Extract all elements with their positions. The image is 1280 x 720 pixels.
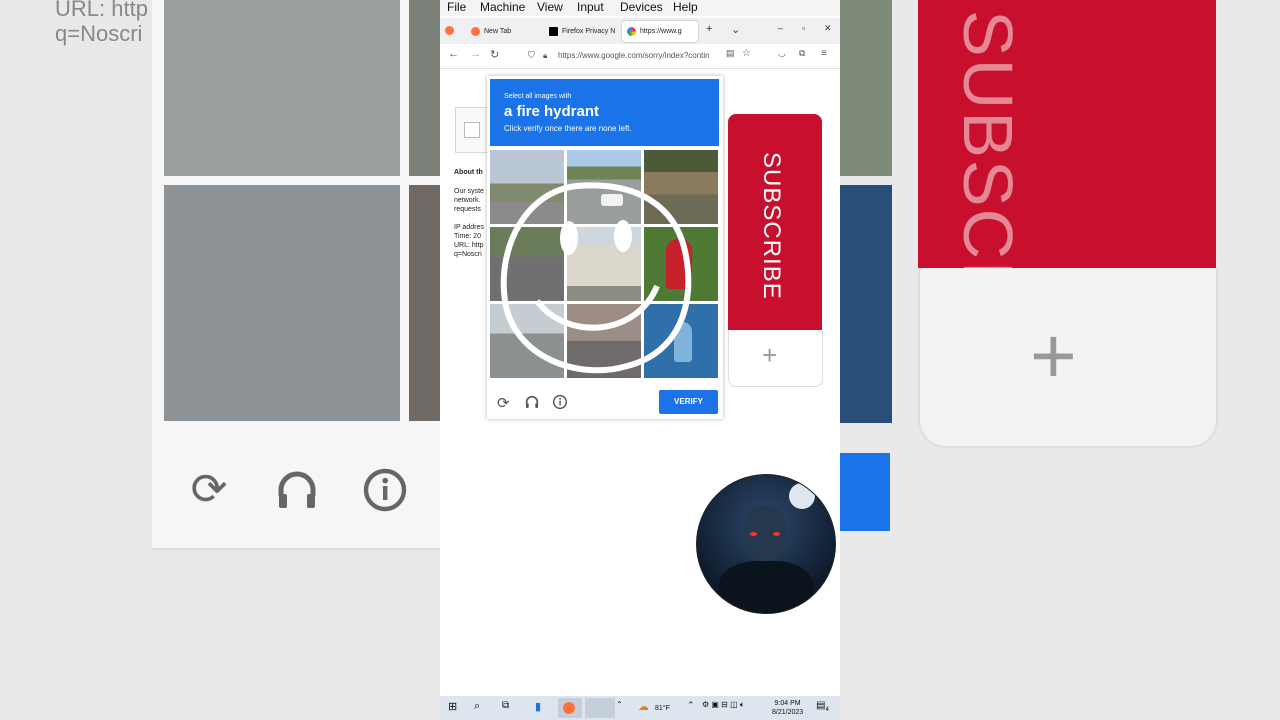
vm-menubar: File Machine View Input Devices Help — [440, 0, 840, 16]
body-line-2: network. — [454, 197, 481, 204]
tab-label: New Tab — [484, 28, 512, 35]
eye-right — [773, 532, 780, 536]
menu-help[interactable]: Help — [673, 0, 698, 14]
google-icon — [627, 27, 636, 36]
bookmark-star-icon[interactable]: ☆ — [742, 48, 751, 59]
background-left: URL: http q=Noscri ⟳ — [0, 0, 440, 720]
firefox-icon — [471, 27, 480, 36]
notification-icon[interactable]: ▤4 — [816, 700, 829, 713]
taskbar-app-icon[interactable]: ▮ — [535, 700, 541, 713]
recaptcha-challenge: Select all images with a fire hydrant Cl… — [487, 76, 723, 419]
info-icon[interactable] — [552, 394, 568, 414]
menu-machine[interactable]: Machine — [480, 0, 525, 14]
background-info-icon — [361, 466, 409, 514]
body-line-3: requests — [454, 206, 481, 213]
firefox-menu-icon[interactable] — [445, 26, 454, 35]
windows-start-icon[interactable]: ⊞ — [448, 700, 457, 713]
url-text: https://www.google.com/sorry/index?conti… — [558, 51, 710, 60]
tray-icons[interactable]: ⚙ ▣ ⊟ ◫ 🔈︎ — [702, 700, 745, 710]
body-line-1: Our syste — [454, 188, 484, 195]
menu-icon[interactable]: ≡ — [821, 48, 827, 59]
tab-firefox-privacy[interactable]: Firefox Privacy N — [544, 21, 620, 42]
menu-file[interactable]: File — [447, 0, 466, 14]
smiley-doodle — [500, 182, 692, 374]
background-right-image — [840, 0, 892, 176]
pocket-icon[interactable]: ◡ — [778, 48, 786, 59]
moon-shape — [789, 483, 815, 509]
taskbar-window[interactable] — [585, 698, 615, 718]
background-right-verify — [840, 453, 890, 531]
info-line-2: Time: 20 — [454, 233, 481, 240]
tab-google[interactable]: https://www.g — [622, 21, 698, 42]
mozilla-icon — [549, 27, 558, 36]
background-headphones-icon — [273, 466, 321, 514]
recaptcha-checkbox[interactable] — [464, 122, 480, 138]
shield-icon: ⛉ — [528, 50, 535, 60]
reload-challenge-icon[interactable]: ⟳ — [497, 394, 510, 412]
background-image-top — [164, 0, 400, 176]
captcha-instruction-sub: Click verify once there are none left. — [504, 124, 632, 133]
clock-time: 9:04 PM — [774, 700, 801, 707]
lock-icon: 🔒︎ — [543, 51, 548, 60]
tab-list-button[interactable]: ⌄ — [731, 23, 740, 36]
verify-button[interactable]: VERIFY — [659, 390, 718, 414]
tab-label: https://www.g — [640, 28, 682, 35]
browser-navbar: ← → ↻ ⛉ 🔒︎ https://www.google.com/sorry/… — [440, 44, 840, 69]
weather-icon: ☁︎ — [638, 701, 649, 713]
captcha-instruction-small: Select all images with — [504, 93, 572, 100]
eye-left — [750, 532, 757, 536]
firefox-icon — [563, 702, 575, 714]
reader-view-icon[interactable]: ▤ — [726, 48, 735, 59]
background-right-hydrant-image — [840, 185, 892, 423]
background-url-text: URL: http q=Noscri — [55, 0, 148, 46]
tab-new-tab[interactable]: New Tab — [466, 21, 544, 42]
minimize-button[interactable]: – — [778, 23, 783, 33]
info-line-1: IP addres — [454, 224, 484, 231]
background-image-edge2 — [409, 185, 440, 421]
channel-avatar — [696, 474, 836, 614]
back-icon[interactable]: ← — [448, 48, 459, 60]
reload-icon[interactable]: ↻ — [490, 48, 499, 61]
background-plus-icon: + — [1030, 311, 1077, 400]
new-tab-button[interactable]: + — [706, 23, 712, 35]
plus-icon[interactable]: + — [762, 340, 777, 371]
browser-tabbar: New Tab Firefox Privacy N https://www.g … — [440, 18, 840, 44]
maximize-button[interactable]: ▫ — [802, 23, 805, 33]
windows-taskbar: ⊞ ⌕ ⧉ ▮ ⌃ ☁︎ 81°F ⌃ ⚙ ▣ ⊟ ◫ 🔈︎ 9:04 PM 8… — [440, 696, 840, 720]
background-image-road — [164, 185, 400, 421]
clock[interactable]: 9:04 PM 8/21/2023 — [772, 699, 803, 717]
background-right: SUBSCRIBE + — [840, 0, 1280, 720]
background-reload-icon: ⟳ — [190, 465, 228, 514]
tab-label: Firefox Privacy N — [562, 28, 616, 35]
task-view-icon[interactable]: ⧉ — [502, 700, 509, 711]
about-heading: About th — [454, 169, 483, 176]
audio-challenge-icon[interactable] — [524, 394, 540, 414]
close-button[interactable]: ✕ — [824, 23, 832, 34]
menu-devices[interactable]: Devices — [620, 0, 663, 14]
chevron-icon[interactable]: ⌃ — [616, 700, 623, 709]
subscribe-label: SUBSCRIBE — [758, 152, 785, 300]
menu-view[interactable]: View — [537, 0, 563, 14]
info-line-4: q=Noscri — [454, 251, 482, 258]
captcha-target: a fire hydrant — [504, 103, 600, 120]
background-image-edge — [409, 0, 440, 176]
taskbar-firefox[interactable] — [558, 698, 582, 718]
url-bar[interactable]: ⛉ 🔒︎ https://www.google.com/sorry/index?… — [524, 47, 724, 64]
menu-input[interactable]: Input — [577, 0, 604, 14]
notification-count: 4 — [825, 707, 829, 713]
weather-temp[interactable]: 81°F — [655, 704, 670, 713]
extensions-icon[interactable]: ⧉ — [799, 48, 805, 59]
info-line-3: URL: http — [454, 242, 484, 249]
coat-shape — [719, 561, 813, 613]
tray-expand-icon[interactable]: ⌃ — [687, 700, 695, 711]
search-icon[interactable]: ⌕ — [474, 700, 480, 713]
background-captcha-icons: ⟳ — [185, 466, 409, 514]
forward-icon[interactable]: → — [470, 48, 481, 60]
clock-date: 8/21/2023 — [772, 709, 804, 716]
captcha-header: Select all images with a fire hydrant Cl… — [490, 79, 719, 146]
